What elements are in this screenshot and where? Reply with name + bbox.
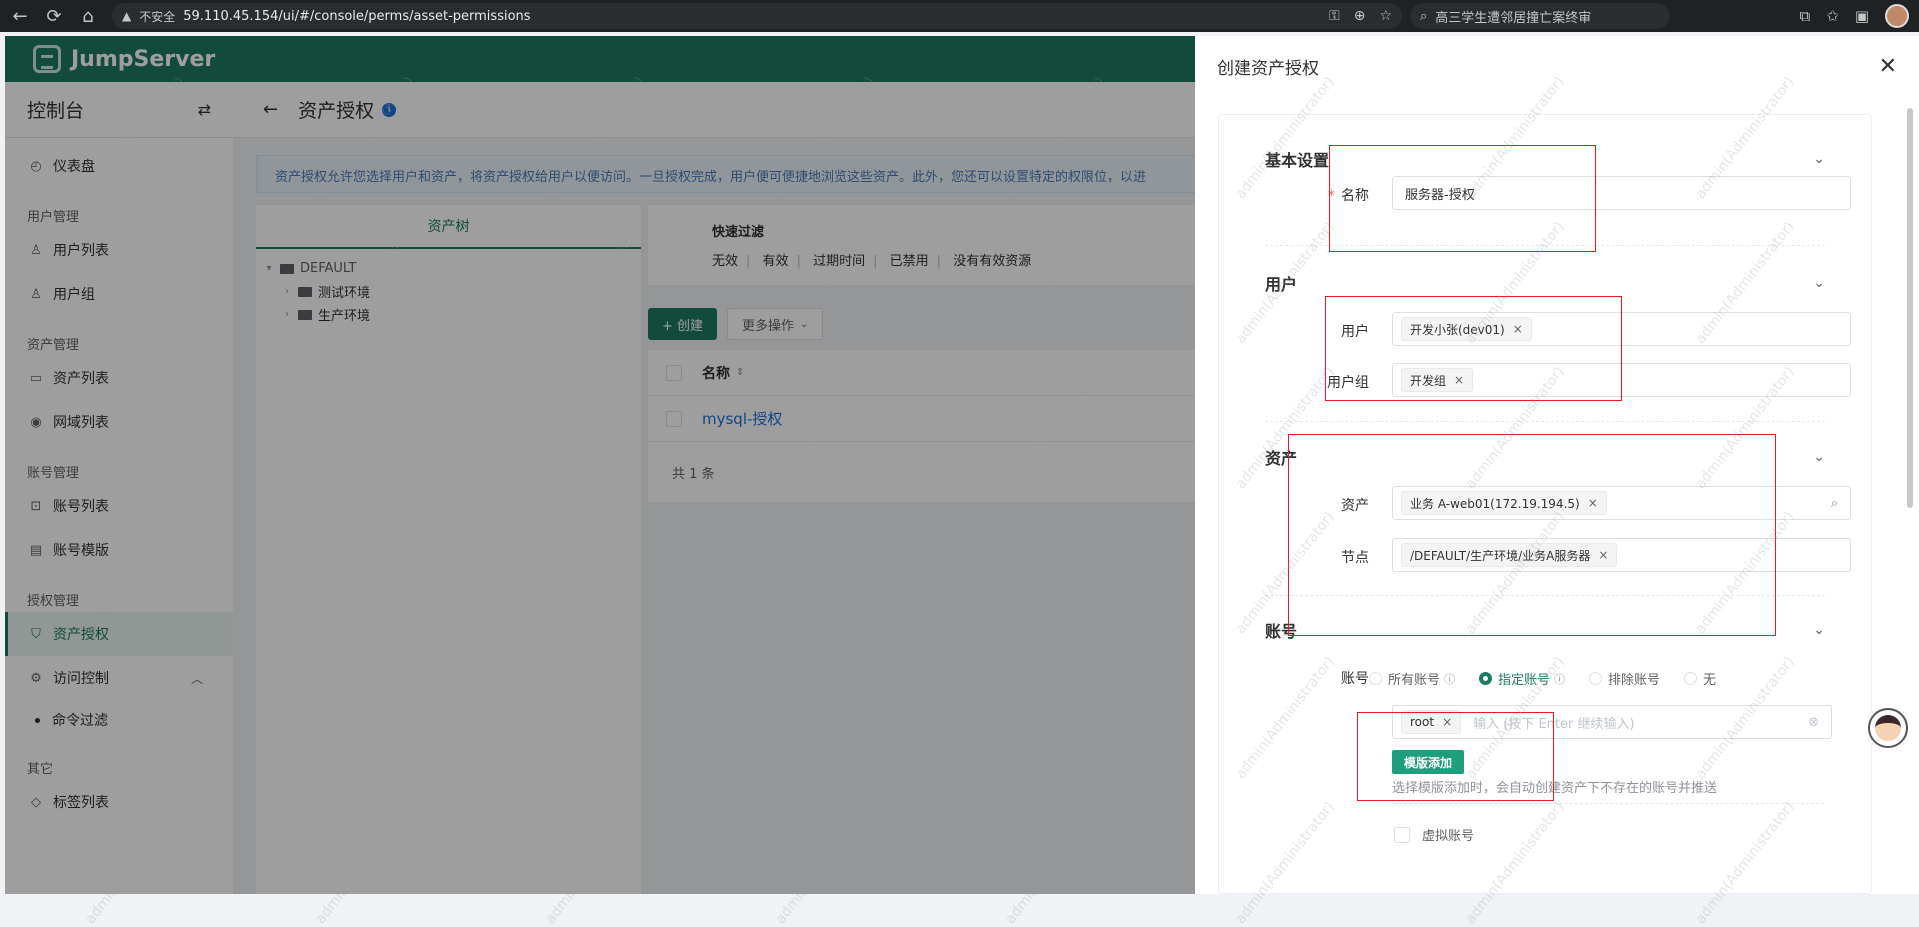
scrollbar[interactable] — [1907, 108, 1913, 508]
profile-avatar[interactable] — [1885, 4, 1909, 28]
virtual-account-label: 虚拟账号 — [1422, 829, 1475, 844]
assistant-avatar-icon — [1875, 715, 1901, 741]
address-bar[interactable]: ▲ 不安全 59.110.45.154/ui/#/console/perms/a… — [112, 3, 1402, 29]
chevron-down-icon: ⌄ — [1813, 275, 1825, 291]
url-text[interactable]: 59.110.45.154/ui/#/console/perms/asset-p… — [183, 9, 1315, 24]
warning-icon: ▲ — [122, 9, 132, 23]
help-icon[interactable]: ⓘ — [1444, 671, 1455, 687]
not-secure-label: 不安全 — [139, 9, 176, 24]
chevron-down-icon: ⌄ — [1813, 151, 1825, 167]
key-icon[interactable]: ⚿ — [1329, 8, 1340, 24]
back-arrow-icon[interactable]: ← — [6, 2, 34, 30]
search-icon: ⌕ — [1420, 8, 1428, 24]
account-label: 账号 — [1341, 671, 1369, 687]
account-radio-group: 所有账号 ⓘ 指定账号 ⓘ 排除账号 无 — [1369, 669, 1716, 688]
browser-toolbar: ← ⟳ ⌂ ▲ 不安全 59.110.45.154/ui/#/console/p… — [0, 0, 1919, 32]
collections-icon[interactable]: ▣ — [1855, 7, 1869, 25]
section-users[interactable]: 用户 ⌄ — [1265, 271, 1825, 295]
chevron-down-icon: ⌄ — [1813, 622, 1825, 638]
highlight-box — [1288, 434, 1776, 636]
extensions-icon[interactable]: ⧉ — [1800, 7, 1811, 25]
favorites-icon[interactable]: ✩ — [1826, 7, 1839, 25]
radio-all-accounts[interactable]: 所有账号 ⓘ — [1369, 669, 1455, 688]
star-icon[interactable]: ☆ — [1379, 8, 1392, 24]
home-icon[interactable]: ⌂ — [74, 2, 102, 30]
help-icon[interactable]: ⓘ — [1554, 671, 1565, 687]
highlight-box — [1329, 145, 1596, 252]
radio-no-accounts[interactable]: 无 — [1684, 669, 1716, 688]
close-icon[interactable]: ✕ — [1879, 54, 1897, 79]
highlight-box — [1357, 712, 1554, 801]
section-title: 基本设置 — [1265, 151, 1330, 170]
virtual-account-checkbox[interactable] — [1394, 826, 1410, 843]
assistant-avatar-button[interactable] — [1868, 708, 1908, 748]
drawer-title: 创建资产授权 — [1217, 58, 1319, 79]
virtual-account-option[interactable]: 虚拟账号 — [1394, 825, 1474, 844]
chevron-down-icon: ⌄ — [1813, 449, 1825, 465]
search-icon[interactable]: ⌕ — [1831, 496, 1838, 511]
reload-icon[interactable]: ⟳ — [40, 2, 68, 30]
radio-specified-accounts[interactable]: 指定账号 ⓘ — [1479, 669, 1565, 688]
radio-exclude-accounts[interactable]: 排除账号 — [1589, 669, 1660, 688]
divider — [1265, 421, 1825, 422]
clear-icon[interactable]: ⊗ — [1808, 715, 1819, 730]
highlight-box — [1325, 296, 1622, 401]
divider — [1394, 803, 1824, 804]
search-text: 高三学生遭邻居撞亡案终审 — [1435, 10, 1592, 26]
browser-search[interactable]: ⌕ 高三学生遭邻居撞亡案终审 — [1410, 3, 1670, 29]
drawer-header: 创建资产授权 ✕ — [1195, 36, 1919, 96]
zoom-icon[interactable]: ⊕ — [1354, 8, 1366, 24]
section-title: 用户 — [1265, 275, 1298, 294]
